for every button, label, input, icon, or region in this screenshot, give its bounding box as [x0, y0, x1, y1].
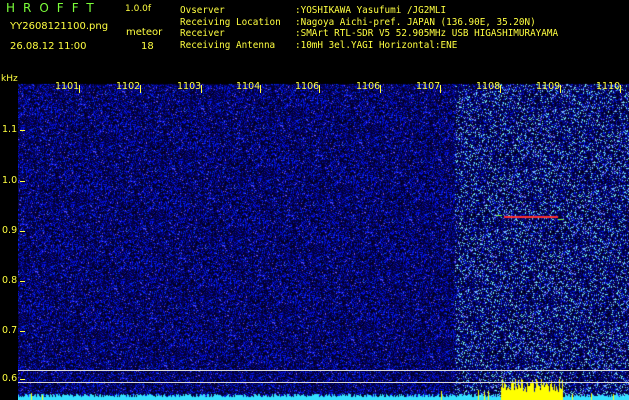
y-tick-label: 0.6 — [2, 373, 18, 384]
file-name: YY2608121100.png — [10, 21, 109, 32]
x-tick-label: 1109 — [536, 81, 561, 92]
meteor-count: 18 — [141, 41, 154, 52]
y-tick-mark — [20, 181, 25, 182]
x-tick-mark — [380, 85, 381, 93]
y-tick-mark — [20, 281, 25, 282]
y-axis-unit: kHz — [1, 74, 18, 84]
x-tick-label: 1101 — [55, 81, 80, 92]
y-tick-mark — [20, 379, 25, 380]
y-tick-mark — [20, 130, 25, 131]
x-tick-label: 1107 — [416, 81, 441, 92]
x-tick-mark — [201, 85, 202, 93]
baseline-lower — [18, 382, 629, 383]
x-tick-label: 1106 — [295, 81, 320, 92]
x-tick-mark — [500, 85, 501, 93]
x-tick-label: 1102 — [116, 81, 141, 92]
hrofft-screen: HROFFT 1.0.0f YY2608121100.png 26.08.12 … — [0, 0, 629, 400]
x-tick-mark — [79, 85, 80, 93]
info-key: Receiving Location — [180, 16, 281, 28]
x-tick-mark — [560, 85, 561, 93]
mode-label: meteor — [126, 27, 163, 38]
info-row-observer: Ovserver :YOSHIKAWA Yasufumi /JG2MLI — [180, 5, 558, 17]
info-row-antenna: Receiving Antenna :10mH 3el.YAGI Horizont… — [180, 40, 558, 52]
x-tick-mark — [140, 85, 141, 93]
info-value: :10mH 3el.YAGI Horizontal:ENE — [295, 39, 458, 51]
x-tick-label: 1110 — [596, 81, 621, 92]
y-tick-mark — [20, 331, 25, 332]
date-time: 26.08.12 11:00 — [10, 41, 87, 52]
x-tick-label: 1108 — [476, 81, 501, 92]
info-row-receiver: Receiver :SMArt RTL-SDR V5 52.905MHz USB … — [180, 28, 558, 40]
baseline-upper — [18, 370, 629, 371]
x-tick-label: 1104 — [236, 81, 261, 92]
station-info: Ovserver :YOSHIKAWA Yasufumi /JG2MLI Rece… — [180, 5, 558, 51]
app-title: HROFFT — [6, 1, 102, 15]
info-value: :Nagoya Aichi-pref. JAPAN (136.90E, 35.2… — [295, 16, 536, 28]
x-tick-label: 1106 — [356, 81, 381, 92]
x-tick-mark — [620, 85, 621, 93]
info-value: :YOSHIKAWA Yasufumi /JG2MLI — [295, 5, 447, 16]
y-tick-label: 1.0 — [2, 175, 18, 186]
info-key: Receiving Antenna — [180, 39, 276, 51]
y-tick-mark — [20, 231, 25, 232]
info-row-location: Receiving Location :Nagoya Aichi-pref. JA… — [180, 17, 558, 29]
x-tick-label: 1103 — [177, 81, 202, 92]
info-value: :SMArt RTL-SDR V5 52.905MHz USB HIGASHIM… — [295, 28, 559, 39]
y-tick-label: 0.7 — [2, 325, 18, 336]
app-version: 1.0.0f — [125, 4, 152, 14]
y-tick-label: 0.8 — [2, 275, 18, 286]
x-tick-mark — [440, 85, 441, 93]
y-tick-label: 0.9 — [2, 225, 18, 236]
info-key: Ovserver — [180, 5, 225, 16]
x-tick-mark — [319, 85, 320, 93]
x-tick-mark — [260, 85, 261, 93]
y-tick-label: 1.1 — [2, 124, 18, 135]
info-key: Receiver — [180, 28, 225, 39]
spectrogram-canvas — [18, 80, 629, 400]
